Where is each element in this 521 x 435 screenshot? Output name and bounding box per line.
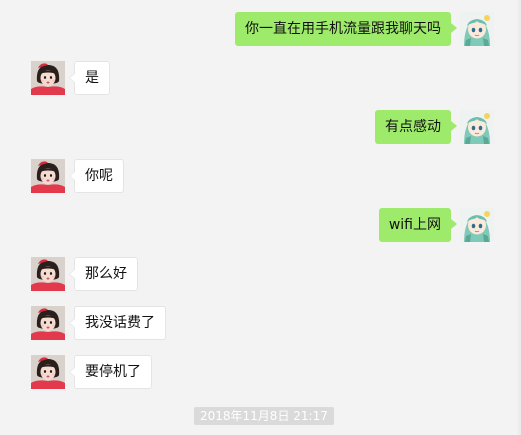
message-row: 我没话费了 <box>0 306 521 342</box>
girl-photo-avatar[interactable] <box>31 257 65 291</box>
anime-girl-avatar[interactable] <box>460 110 494 144</box>
message-bubble-sent[interactable]: 有点感动 <box>375 110 457 144</box>
girl-photo-avatar[interactable] <box>31 61 65 95</box>
message-row: 你呢 <box>0 159 521 195</box>
message-bubble-received[interactable]: 我没话费了 <box>69 306 166 340</box>
chat-window[interactable]: 你一直在用手机流量跟我聊天吗 是 有点感动 你呢 wifi上网 那么好 我没话费… <box>0 0 521 435</box>
anime-girl-avatar[interactable] <box>460 208 494 242</box>
message-bubble-received[interactable]: 那么好 <box>69 257 138 291</box>
message-bubble-sent[interactable]: wifi上网 <box>378 208 458 242</box>
anime-girl-avatar[interactable] <box>460 12 494 46</box>
message-row: wifi上网 <box>0 208 521 244</box>
message-row: 是 <box>0 61 521 97</box>
message-row: 要停机了 <box>0 355 521 391</box>
message-row: 你一直在用手机流量跟我聊天吗 <box>0 12 521 48</box>
message-bubble-received[interactable]: 你呢 <box>69 159 124 193</box>
girl-photo-avatar[interactable] <box>31 355 65 389</box>
message-bubble-sent[interactable]: 你一直在用手机流量跟我聊天吗 <box>235 12 457 46</box>
message-bubble-received[interactable]: 是 <box>69 61 110 95</box>
message-bubble-received[interactable]: 要停机了 <box>69 355 152 389</box>
message-row: 那么好 <box>0 257 521 293</box>
girl-photo-avatar[interactable] <box>31 159 65 193</box>
girl-photo-avatar[interactable] <box>31 306 65 340</box>
message-row: 有点感动 <box>0 110 521 146</box>
message-timestamp: 2018年11月8日 21:17 <box>194 407 334 425</box>
